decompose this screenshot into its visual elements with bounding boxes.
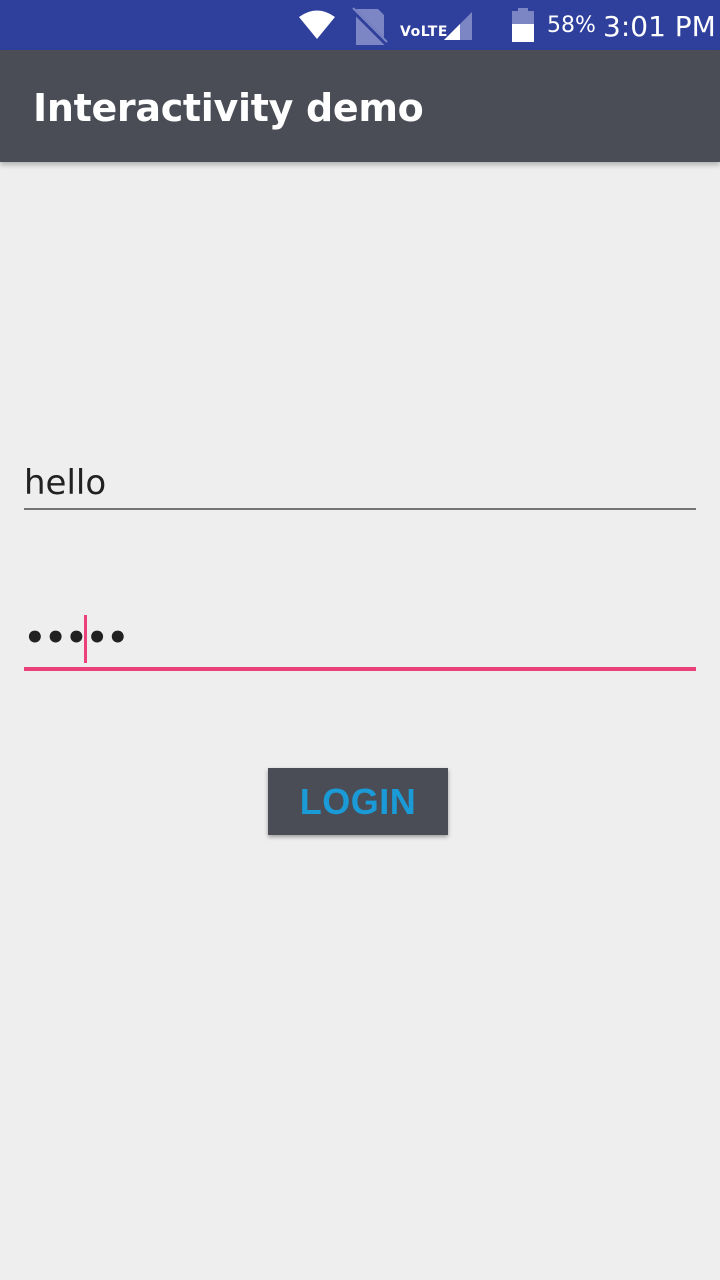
- app-bar: Interactivity demo: [0, 50, 720, 162]
- password-field[interactable]: •••••: [24, 610, 696, 672]
- username-underline: [24, 508, 696, 510]
- wifi-icon: [299, 10, 335, 39]
- login-button[interactable]: LOGIN: [268, 768, 448, 835]
- password-input-value[interactable]: •••••: [24, 618, 129, 658]
- password-underline: [24, 667, 696, 671]
- battery-icon: [512, 8, 534, 42]
- clock: 3:01 PM: [603, 10, 716, 43]
- battery-percent: 58%: [547, 13, 596, 38]
- page-title: Interactivity demo: [33, 86, 424, 130]
- no-sim-icon: [350, 7, 390, 47]
- status-bar: VoLTE 58% 3:01 PM: [0, 0, 720, 50]
- volte-label: VoLTE: [400, 24, 448, 40]
- signal-icon: [444, 12, 472, 40]
- username-field[interactable]: hello: [24, 455, 696, 515]
- username-input-value[interactable]: hello: [24, 463, 106, 503]
- text-cursor: [84, 615, 87, 663]
